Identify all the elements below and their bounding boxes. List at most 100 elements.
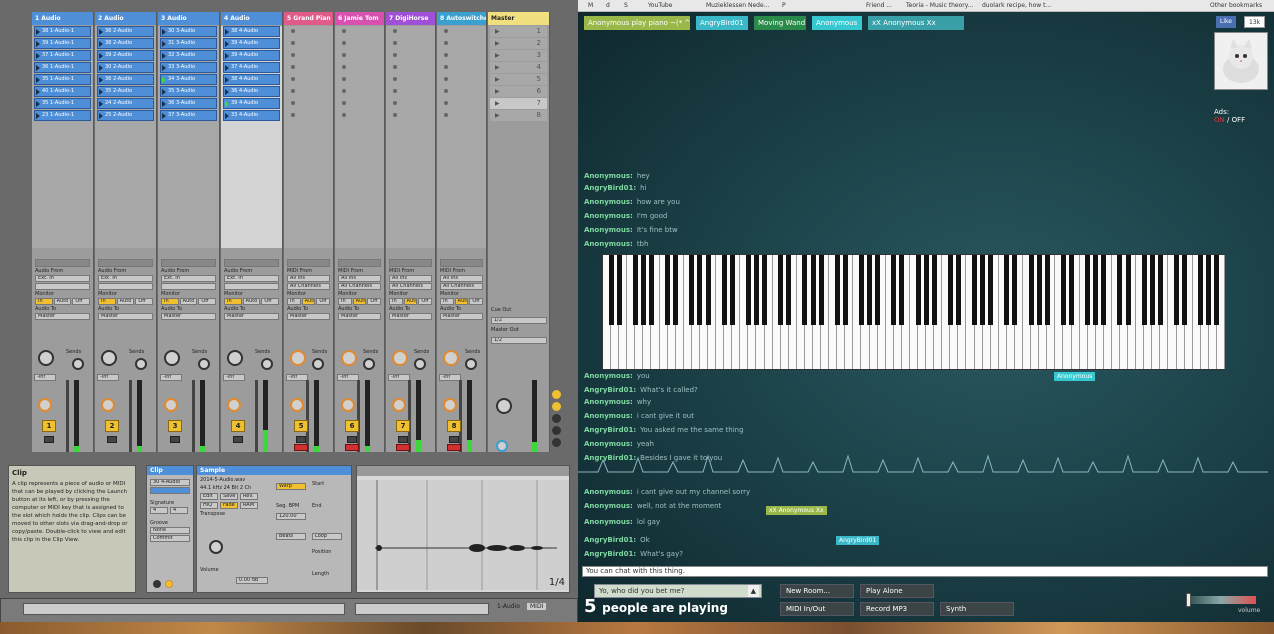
clip-launch-icon[interactable]: [162, 41, 166, 47]
scene-launch[interactable]: ▶ 7: [490, 98, 547, 109]
track-header[interactable]: 6 Jamie Tom: [335, 12, 384, 25]
input-channel-select[interactable]: [161, 283, 216, 290]
clip-slot[interactable]: 30 3-Audio: [160, 26, 217, 37]
rev-button[interactable]: Rev.: [240, 493, 258, 500]
empty-clip-slot[interactable]: [286, 74, 331, 85]
track-header[interactable]: 3 Audio: [158, 12, 219, 25]
volume-fader[interactable]: [255, 380, 258, 452]
track-header[interactable]: 7 DigiHorse: [386, 12, 435, 25]
piano-black-key[interactable]: [1004, 255, 1010, 325]
clip-slot[interactable]: 23 1-Audio-1: [34, 110, 91, 121]
empty-clip-slot[interactable]: [286, 86, 331, 97]
piano-black-key[interactable]: [673, 255, 679, 325]
clip-slot[interactable]: 35 3-Audio: [160, 86, 217, 97]
volume-readout[interactable]: -inf: [160, 374, 182, 381]
warp-button[interactable]: Warp: [276, 483, 306, 490]
piano-black-key[interactable]: [665, 255, 671, 325]
clip-launch-icon[interactable]: [99, 101, 103, 107]
piano-black-key[interactable]: [1174, 255, 1180, 325]
master-out-select[interactable]: 1/2: [491, 337, 547, 344]
piano-black-key[interactable]: [867, 255, 873, 325]
clip-slot[interactable]: 38 4-Audio: [223, 26, 280, 37]
solo-button[interactable]: [170, 436, 180, 443]
empty-clip-slot[interactable]: [439, 86, 484, 97]
empty-clip-slot[interactable]: [439, 74, 484, 85]
empty-clip-slot[interactable]: [337, 98, 382, 109]
empty-clip-slot[interactable]: [439, 26, 484, 37]
volume-readout[interactable]: -inf: [337, 374, 359, 381]
view-switch-icon[interactable]: [552, 438, 561, 447]
empty-clip-slot[interactable]: [286, 50, 331, 61]
send-a-knob[interactable]: [164, 350, 180, 366]
piano-black-key[interactable]: [923, 255, 929, 325]
piano-black-key[interactable]: [858, 255, 864, 325]
output-select[interactable]: Master: [35, 313, 90, 320]
empty-clip-slot[interactable]: [337, 26, 382, 37]
piano-black-key[interactable]: [1117, 255, 1123, 325]
clip-launch-icon[interactable]: [99, 77, 103, 83]
track-stop-button[interactable]: [161, 259, 216, 267]
clip-slot[interactable]: 36 2-Audio: [97, 74, 154, 85]
clip-launch-icon[interactable]: [36, 29, 40, 35]
track-activator-button[interactable]: 7: [396, 420, 410, 432]
monitor-off-button[interactable]: Off: [261, 298, 280, 305]
master-pan-knob[interactable]: [496, 398, 512, 414]
piano-black-key[interactable]: [1157, 255, 1163, 325]
clip-slot[interactable]: 31 3-Audio: [160, 38, 217, 49]
empty-clip-slot[interactable]: [286, 62, 331, 73]
input-channel-select[interactable]: All Channels: [440, 283, 483, 290]
send-a-knob[interactable]: [101, 350, 117, 366]
output-select[interactable]: Master: [161, 313, 216, 320]
clip-launch-icon[interactable]: [36, 77, 40, 83]
empty-clip-slot[interactable]: [388, 98, 433, 109]
clip-launch-icon[interactable]: [225, 101, 229, 107]
volume-fader[interactable]: [357, 380, 360, 452]
clip-slot[interactable]: 39 4-Audio: [223, 38, 280, 49]
monitor-in-button[interactable]: In: [161, 298, 179, 305]
clip-launch-icon[interactable]: [162, 89, 166, 95]
output-select[interactable]: Master: [338, 313, 381, 320]
monitor-in-button[interactable]: In: [224, 298, 242, 305]
pan-knob[interactable]: [443, 398, 457, 412]
send-b-knob[interactable]: [414, 358, 426, 370]
empty-clip-slot[interactable]: [439, 98, 484, 109]
monitor-auto-button[interactable]: Auto: [242, 298, 261, 305]
monitor-auto-button[interactable]: Auto: [301, 298, 316, 305]
piano-black-key[interactable]: [810, 255, 816, 325]
pan-knob[interactable]: [392, 398, 406, 412]
bookmark-item[interactable]: S: [624, 1, 628, 11]
send-b-knob[interactable]: [72, 358, 84, 370]
piano-black-key[interactable]: [947, 255, 953, 325]
status-field[interactable]: [23, 603, 345, 615]
clip-slot[interactable]: 38 2-Audio: [97, 38, 154, 49]
track-header[interactable]: 4 Audio: [221, 12, 282, 25]
user-button[interactable]: Anonymous: [812, 16, 862, 30]
ads-toggle[interactable]: Ads: ON / OFF: [1214, 108, 1245, 124]
piano-black-key[interactable]: [972, 255, 978, 325]
output-select[interactable]: Master: [440, 313, 483, 320]
send-b-knob[interactable]: [261, 358, 273, 370]
save-button[interactable]: Save: [220, 493, 238, 500]
transpose-knob[interactable]: [209, 540, 223, 554]
piano-black-key[interactable]: [616, 255, 622, 325]
clip-launch-icon[interactable]: [225, 53, 229, 59]
input-source-select[interactable]: All Ins: [440, 275, 483, 282]
monitor-auto-button[interactable]: Auto: [403, 298, 418, 305]
track-header[interactable]: 8 Autoswitcher: [437, 12, 486, 25]
clip-launch-icon[interactable]: [36, 41, 40, 47]
clip-launch-icon[interactable]: [36, 113, 40, 119]
output-select[interactable]: Master: [389, 313, 432, 320]
pan-knob[interactable]: [341, 398, 355, 412]
empty-clip-slot[interactable]: [388, 38, 433, 49]
arm-button[interactable]: [345, 444, 359, 451]
track-stop-button[interactable]: [338, 259, 381, 267]
groove-select[interactable]: None: [150, 527, 190, 534]
view-switch-icon[interactable]: [552, 426, 561, 435]
loop-button[interactable]: Loop: [312, 533, 342, 540]
send-a-knob[interactable]: [38, 350, 54, 366]
track-stop-button[interactable]: [287, 259, 330, 267]
clip-slot[interactable]: 36 1-Audio-1: [34, 62, 91, 73]
monitor-in-button[interactable]: In: [338, 298, 352, 305]
monitor-off-button[interactable]: Off: [72, 298, 91, 305]
new-room-button[interactable]: New Room...: [780, 584, 854, 598]
